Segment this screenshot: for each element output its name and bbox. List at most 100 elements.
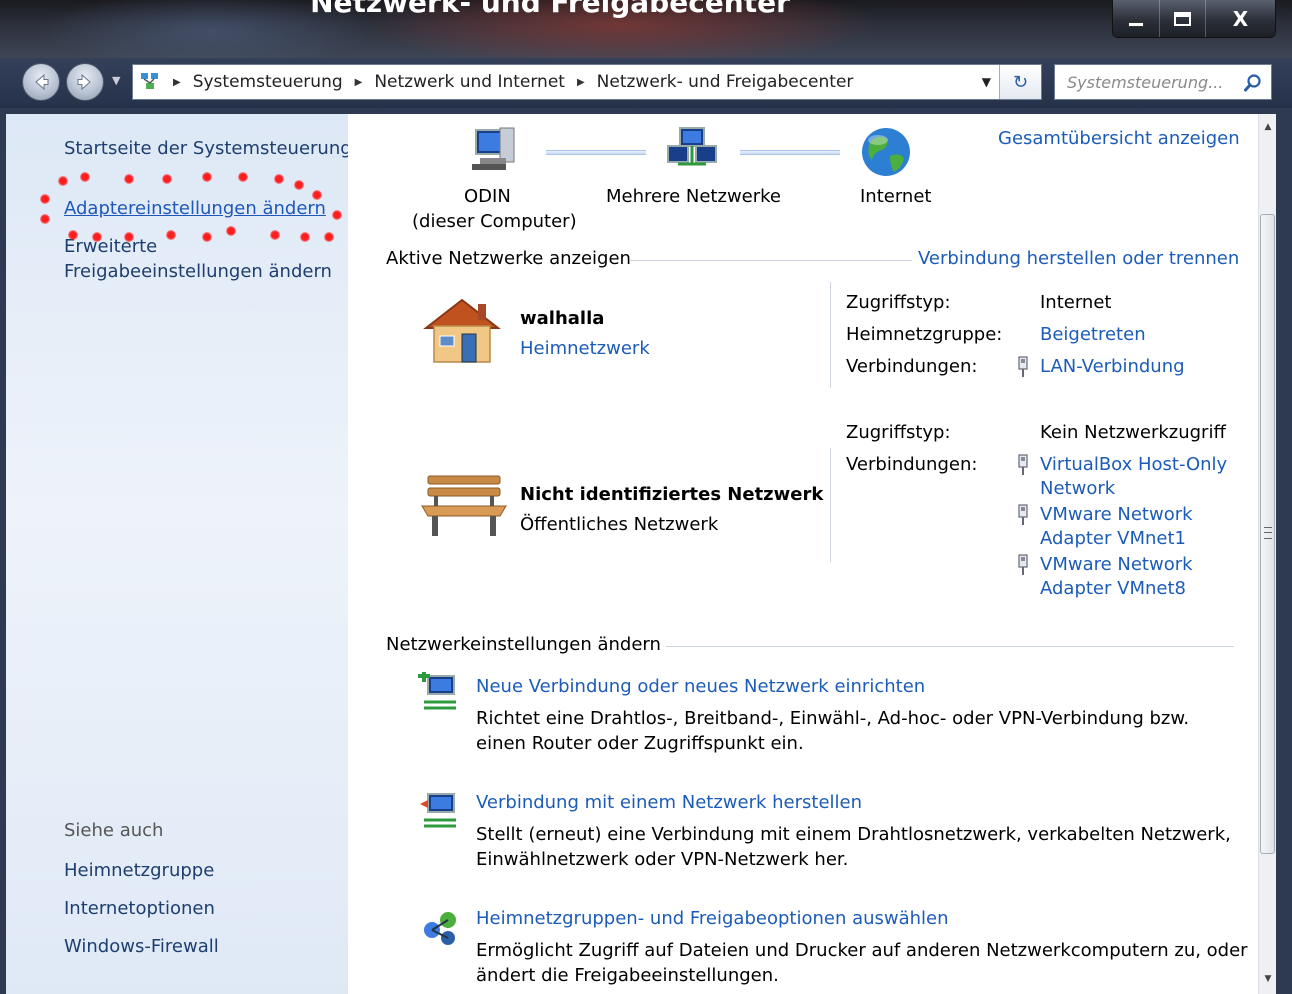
sidebar-item-windows-firewall[interactable]: Windows-Firewall bbox=[64, 934, 219, 959]
task-new-connection-desc-line2: einen Router oder Zugriffspunkt ein. bbox=[476, 733, 804, 754]
marker-dot bbox=[274, 174, 284, 184]
forward-button[interactable] bbox=[66, 63, 104, 101]
connection-virtualbox-link-line2[interactable]: Network bbox=[1040, 478, 1115, 499]
access-type-label: Zugriffstyp: bbox=[846, 292, 951, 313]
scroll-down-button[interactable]: ▼ bbox=[1259, 970, 1276, 988]
marker-dot bbox=[270, 230, 280, 240]
connections-label: Verbindungen: bbox=[846, 454, 978, 475]
grip-icon bbox=[1264, 527, 1272, 539]
map-node-odin: ODIN bbox=[464, 186, 511, 207]
arrow-left-icon bbox=[35, 73, 49, 91]
vertical-scrollbar[interactable]: ▲ ▼ bbox=[1258, 114, 1276, 994]
map-node-multiple-networks: Mehrere Netzwerke bbox=[606, 186, 781, 207]
access-type-label: Zugriffstyp: bbox=[846, 422, 951, 443]
sidebar-item-adaptereinstellungen[interactable]: Adaptereinstellungen ändern bbox=[64, 196, 326, 221]
marker-dot bbox=[92, 232, 102, 242]
address-dropdown[interactable]: ▼ bbox=[982, 75, 991, 89]
marker-dot bbox=[58, 176, 68, 186]
connection-virtualbox-link[interactable]: VirtualBox Host-Only bbox=[1040, 454, 1227, 475]
full-map-link[interactable]: Gesamtübersicht anzeigen bbox=[998, 128, 1240, 149]
marker-dot bbox=[226, 226, 236, 236]
map-node-odin-subtitle: (dieser Computer) bbox=[412, 211, 577, 232]
connection-vmnet1-link[interactable]: VMware Network bbox=[1040, 504, 1193, 525]
connection-vmnet8-link[interactable]: VMware Network bbox=[1040, 554, 1193, 575]
search-icon[interactable] bbox=[1243, 73, 1263, 93]
internet-globe-icon[interactable] bbox=[860, 126, 912, 178]
network-name-unidentified: Nicht identifiziertes Netzwerk bbox=[520, 484, 824, 505]
marker-dot bbox=[312, 190, 322, 200]
minimize-button[interactable] bbox=[1113, 0, 1159, 37]
breadcrumb-netzwerk-und-internet[interactable]: Netzwerk und Internet bbox=[374, 72, 565, 92]
access-type-value: Kein Netzwerkzugriff bbox=[1040, 422, 1226, 443]
task-homegroup-options-desc-line2: ändert die Freigabeeinstellungen. bbox=[476, 965, 779, 986]
marker-dot bbox=[202, 232, 212, 242]
marker-dot bbox=[124, 232, 134, 242]
close-button[interactable]: X bbox=[1205, 0, 1275, 37]
marker-dot bbox=[332, 210, 342, 220]
map-connector bbox=[546, 150, 646, 155]
scroll-thumb[interactable] bbox=[1260, 214, 1275, 854]
chevron-right-icon[interactable]: ▶ bbox=[173, 77, 181, 88]
network-type-heimnetzwerk-link[interactable]: Heimnetzwerk bbox=[520, 338, 650, 359]
sidebar-item-internetoptionen[interactable]: Internetoptionen bbox=[64, 896, 215, 921]
homegroup-joined-link[interactable]: Beigetreten bbox=[1040, 324, 1146, 345]
marker-dot bbox=[68, 230, 78, 240]
divider bbox=[830, 448, 831, 562]
sidebar-item-erweiterte[interactable]: Erweiterte bbox=[64, 234, 157, 259]
network-adapter-icon bbox=[1016, 454, 1030, 481]
recent-pages-dropdown[interactable]: ▼ bbox=[112, 74, 126, 88]
chevron-right-icon[interactable]: ▶ bbox=[355, 77, 363, 88]
multiple-networks-icon[interactable] bbox=[666, 124, 718, 176]
map-connector bbox=[740, 150, 840, 155]
connect-disconnect-link[interactable]: Verbindung herstellen oder trennen bbox=[918, 248, 1239, 269]
task-homegroup-options-link[interactable]: Heimnetzgruppen- und Freigabeoptionen au… bbox=[476, 908, 949, 929]
divider bbox=[630, 260, 912, 261]
computer-icon[interactable] bbox=[470, 124, 522, 176]
breadcrumb-systemsteuerung[interactable]: Systemsteuerung bbox=[193, 72, 343, 92]
sidebar-item-startseite[interactable]: Startseite der Systemsteuerung bbox=[64, 136, 352, 161]
chevron-right-icon[interactable]: ▶ bbox=[577, 77, 585, 88]
connection-vmnet1-link-line2[interactable]: Adapter VMnet1 bbox=[1040, 528, 1186, 549]
address-bar[interactable]: ▶ Systemsteuerung ▶ Netzwerk und Interne… bbox=[132, 64, 1042, 100]
maximize-icon bbox=[1174, 11, 1191, 26]
task-connect-network-desc: Stellt (erneut) eine Verbindung mit eine… bbox=[476, 824, 1231, 845]
refresh-button[interactable]: ↻ bbox=[999, 65, 1041, 99]
breadcrumb-freigabecenter[interactable]: Netzwerk- und Freigabecenter bbox=[597, 72, 854, 92]
window-frame bbox=[1276, 108, 1292, 994]
maximize-button[interactable] bbox=[1159, 0, 1205, 37]
network-adapter-icon bbox=[1016, 356, 1030, 383]
arrow-right-icon bbox=[77, 73, 91, 91]
marker-dot bbox=[40, 194, 50, 204]
navigation-bar: ▼ ▶ Systemsteuerung ▶ Netzwerk und Inter… bbox=[0, 58, 1292, 108]
public-network-bench-icon[interactable] bbox=[420, 470, 508, 540]
title-bar[interactable]: Netzwerk- und Freigabecenter X bbox=[0, 0, 1292, 58]
connection-vmnet8-link-line2[interactable]: Adapter VMnet8 bbox=[1040, 578, 1186, 599]
network-adapter-icon bbox=[1016, 554, 1030, 581]
task-new-connection-desc: Richtet eine Drahtlos-, Breitband-, Einw… bbox=[476, 708, 1190, 729]
home-network-icon[interactable] bbox=[420, 294, 504, 370]
refresh-icon: ↻ bbox=[1012, 71, 1029, 93]
search-box[interactable] bbox=[1054, 64, 1272, 100]
client-area: Startseite der Systemsteuerung Adapterei… bbox=[6, 114, 1276, 994]
sidebar-item-freigabeeinstellungen[interactable]: Freigabeeinstellungen ändern bbox=[64, 259, 332, 284]
marker-dot bbox=[202, 172, 212, 182]
marker-dot bbox=[294, 180, 304, 190]
task-connect-network-link[interactable]: Verbindung mit einem Netzwerk herstellen bbox=[476, 792, 862, 813]
see-also-heading: Siehe auch bbox=[64, 820, 164, 841]
connect-network-icon bbox=[418, 790, 462, 830]
task-new-connection-link[interactable]: Neue Verbindung oder neues Netzwerk einr… bbox=[476, 676, 925, 697]
search-input[interactable] bbox=[1067, 72, 1235, 92]
homegroup-sharing-icon bbox=[418, 906, 462, 946]
divider bbox=[830, 282, 831, 388]
back-button[interactable] bbox=[22, 63, 60, 101]
access-type-value: Internet bbox=[1040, 292, 1112, 313]
control-panel-icon bbox=[133, 65, 167, 99]
settings-heading: Netzwerkeinstellungen ändern bbox=[386, 634, 661, 655]
connection-lan-link[interactable]: LAN-Verbindung bbox=[1040, 356, 1185, 377]
marker-dot bbox=[300, 232, 310, 242]
minimize-icon bbox=[1128, 22, 1144, 27]
marker-dot bbox=[162, 174, 172, 184]
scroll-up-button[interactable]: ▲ bbox=[1259, 118, 1276, 136]
marker-dot bbox=[324, 232, 334, 242]
sidebar-item-heimnetzgruppe[interactable]: Heimnetzgruppe bbox=[64, 858, 214, 883]
